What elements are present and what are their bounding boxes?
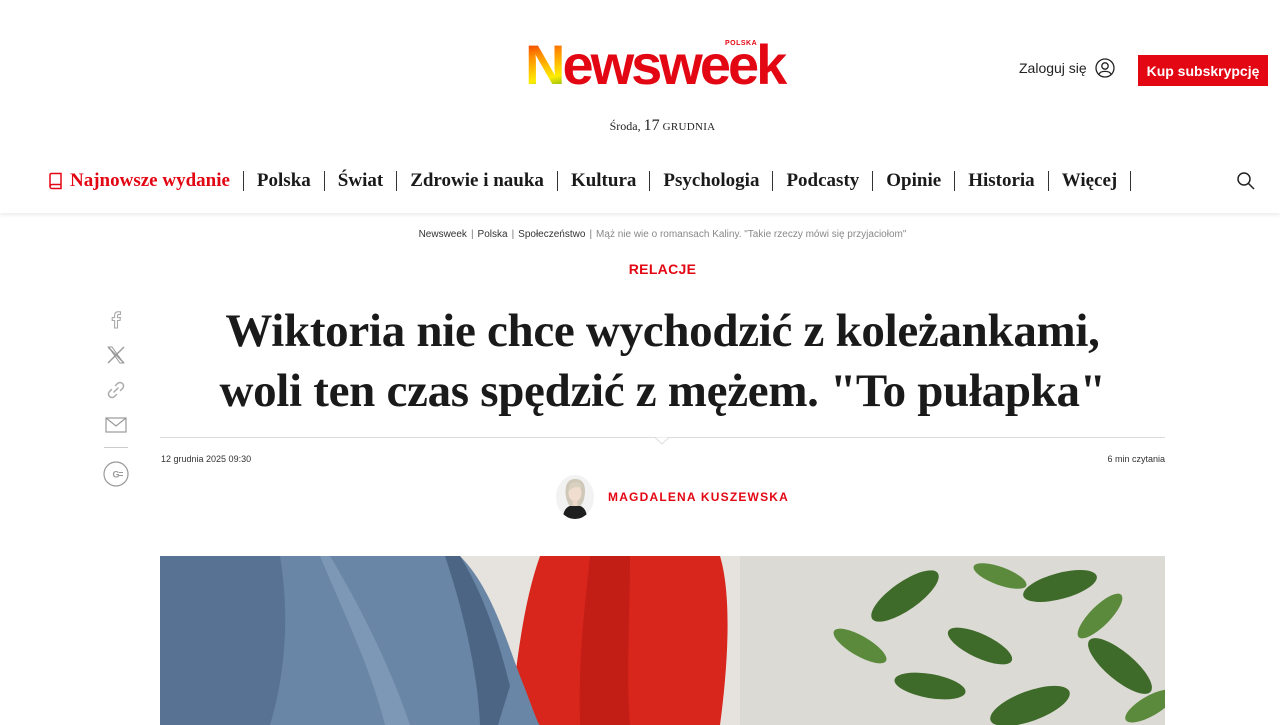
facebook-icon[interactable] [100,304,132,336]
breadcrumb-spoleczenstwo[interactable]: Społeczeństwo [518,229,585,240]
nav-podcasty[interactable]: Podcasty [773,169,872,193]
title-line-1: Wiktoria nie chce wychodzić z koleżankam… [225,305,1100,357]
breadcrumb-separator: | [470,229,474,240]
nav-swiat[interactable]: Świat [325,169,396,193]
login-link[interactable]: Zaloguj się [1019,58,1115,78]
article-hero-image [160,556,1165,725]
author-avatar [556,475,594,519]
author-name: MAGDALENA KUSZEWSKA [608,490,790,504]
google-news-icon[interactable]: G [100,458,132,490]
breadcrumb-separator: | [589,229,593,240]
nav-wiecej[interactable]: Więcej [1049,169,1131,193]
article-category[interactable]: RELACJE [0,261,1280,277]
breadcrumb-polska[interactable]: Polska [478,229,508,240]
link-icon[interactable] [100,374,132,406]
share-sidebar: G [100,304,132,493]
current-date: Środa, 17 GRUDNIA [0,117,1280,135]
mail-icon[interactable] [100,409,132,441]
x-icon[interactable] [100,339,132,371]
search-icon[interactable] [1236,171,1256,191]
share-divider [104,447,128,448]
nav-zdrowie-i-nauka[interactable]: Zdrowie i nauka [397,169,557,193]
author-block[interactable]: MAGDALENA KUSZEWSKA [556,475,789,519]
nav-kultura[interactable]: Kultura [558,169,649,193]
subscribe-button[interactable]: Kup subskrypcję [1138,55,1268,86]
breadcrumb-separator: | [511,229,515,240]
book-icon [49,172,62,190]
main-nav: Najnowsze wydanie Polska Świat Zdrowie i… [48,168,1132,194]
svg-text:G: G [112,470,119,480]
nav-historia[interactable]: Historia [955,169,1048,193]
user-icon [1095,58,1115,78]
site-header: Newsweek POLSKA Zaloguj się Kup subskryp… [0,0,1280,213]
title-line-2: woli ten czas spędzić z mężem. "To pułap… [219,365,1106,417]
meta-divider-notch [655,437,669,445]
login-label: Zaloguj się [1019,60,1087,76]
nav-separator [1130,171,1132,191]
breadcrumb-current: Mąż nie wie o romansach Kaliny. "Takie r… [596,229,907,240]
publish-date: 12 grudnia 2025 09:30 [161,454,252,464]
newsweek-logo[interactable]: Newsweek [525,36,800,88]
date-day: Środa, [609,119,641,133]
date-month: GRUDNIA [662,121,716,133]
breadcrumb-newsweek[interactable]: Newsweek [419,229,467,240]
nav-polska[interactable]: Polska [244,169,324,193]
article-title: Wiktoria nie chce wychodzić z koleżankam… [160,301,1165,421]
nav-opinie[interactable]: Opinie [873,169,954,193]
breadcrumb: Newsweek | Polska | Społeczeństwo | Mąż nie wi… [0,229,1280,240]
nav-label: Najnowsze wydanie [70,170,230,191]
logo-edition: POLSKA [725,40,758,47]
date-number: 17 [643,117,660,134]
read-time: 6 min czytania [1107,454,1165,464]
nav-psychologia[interactable]: Psychologia [650,169,772,193]
nav-latest-issue[interactable]: Najnowsze wydanie [48,169,243,193]
